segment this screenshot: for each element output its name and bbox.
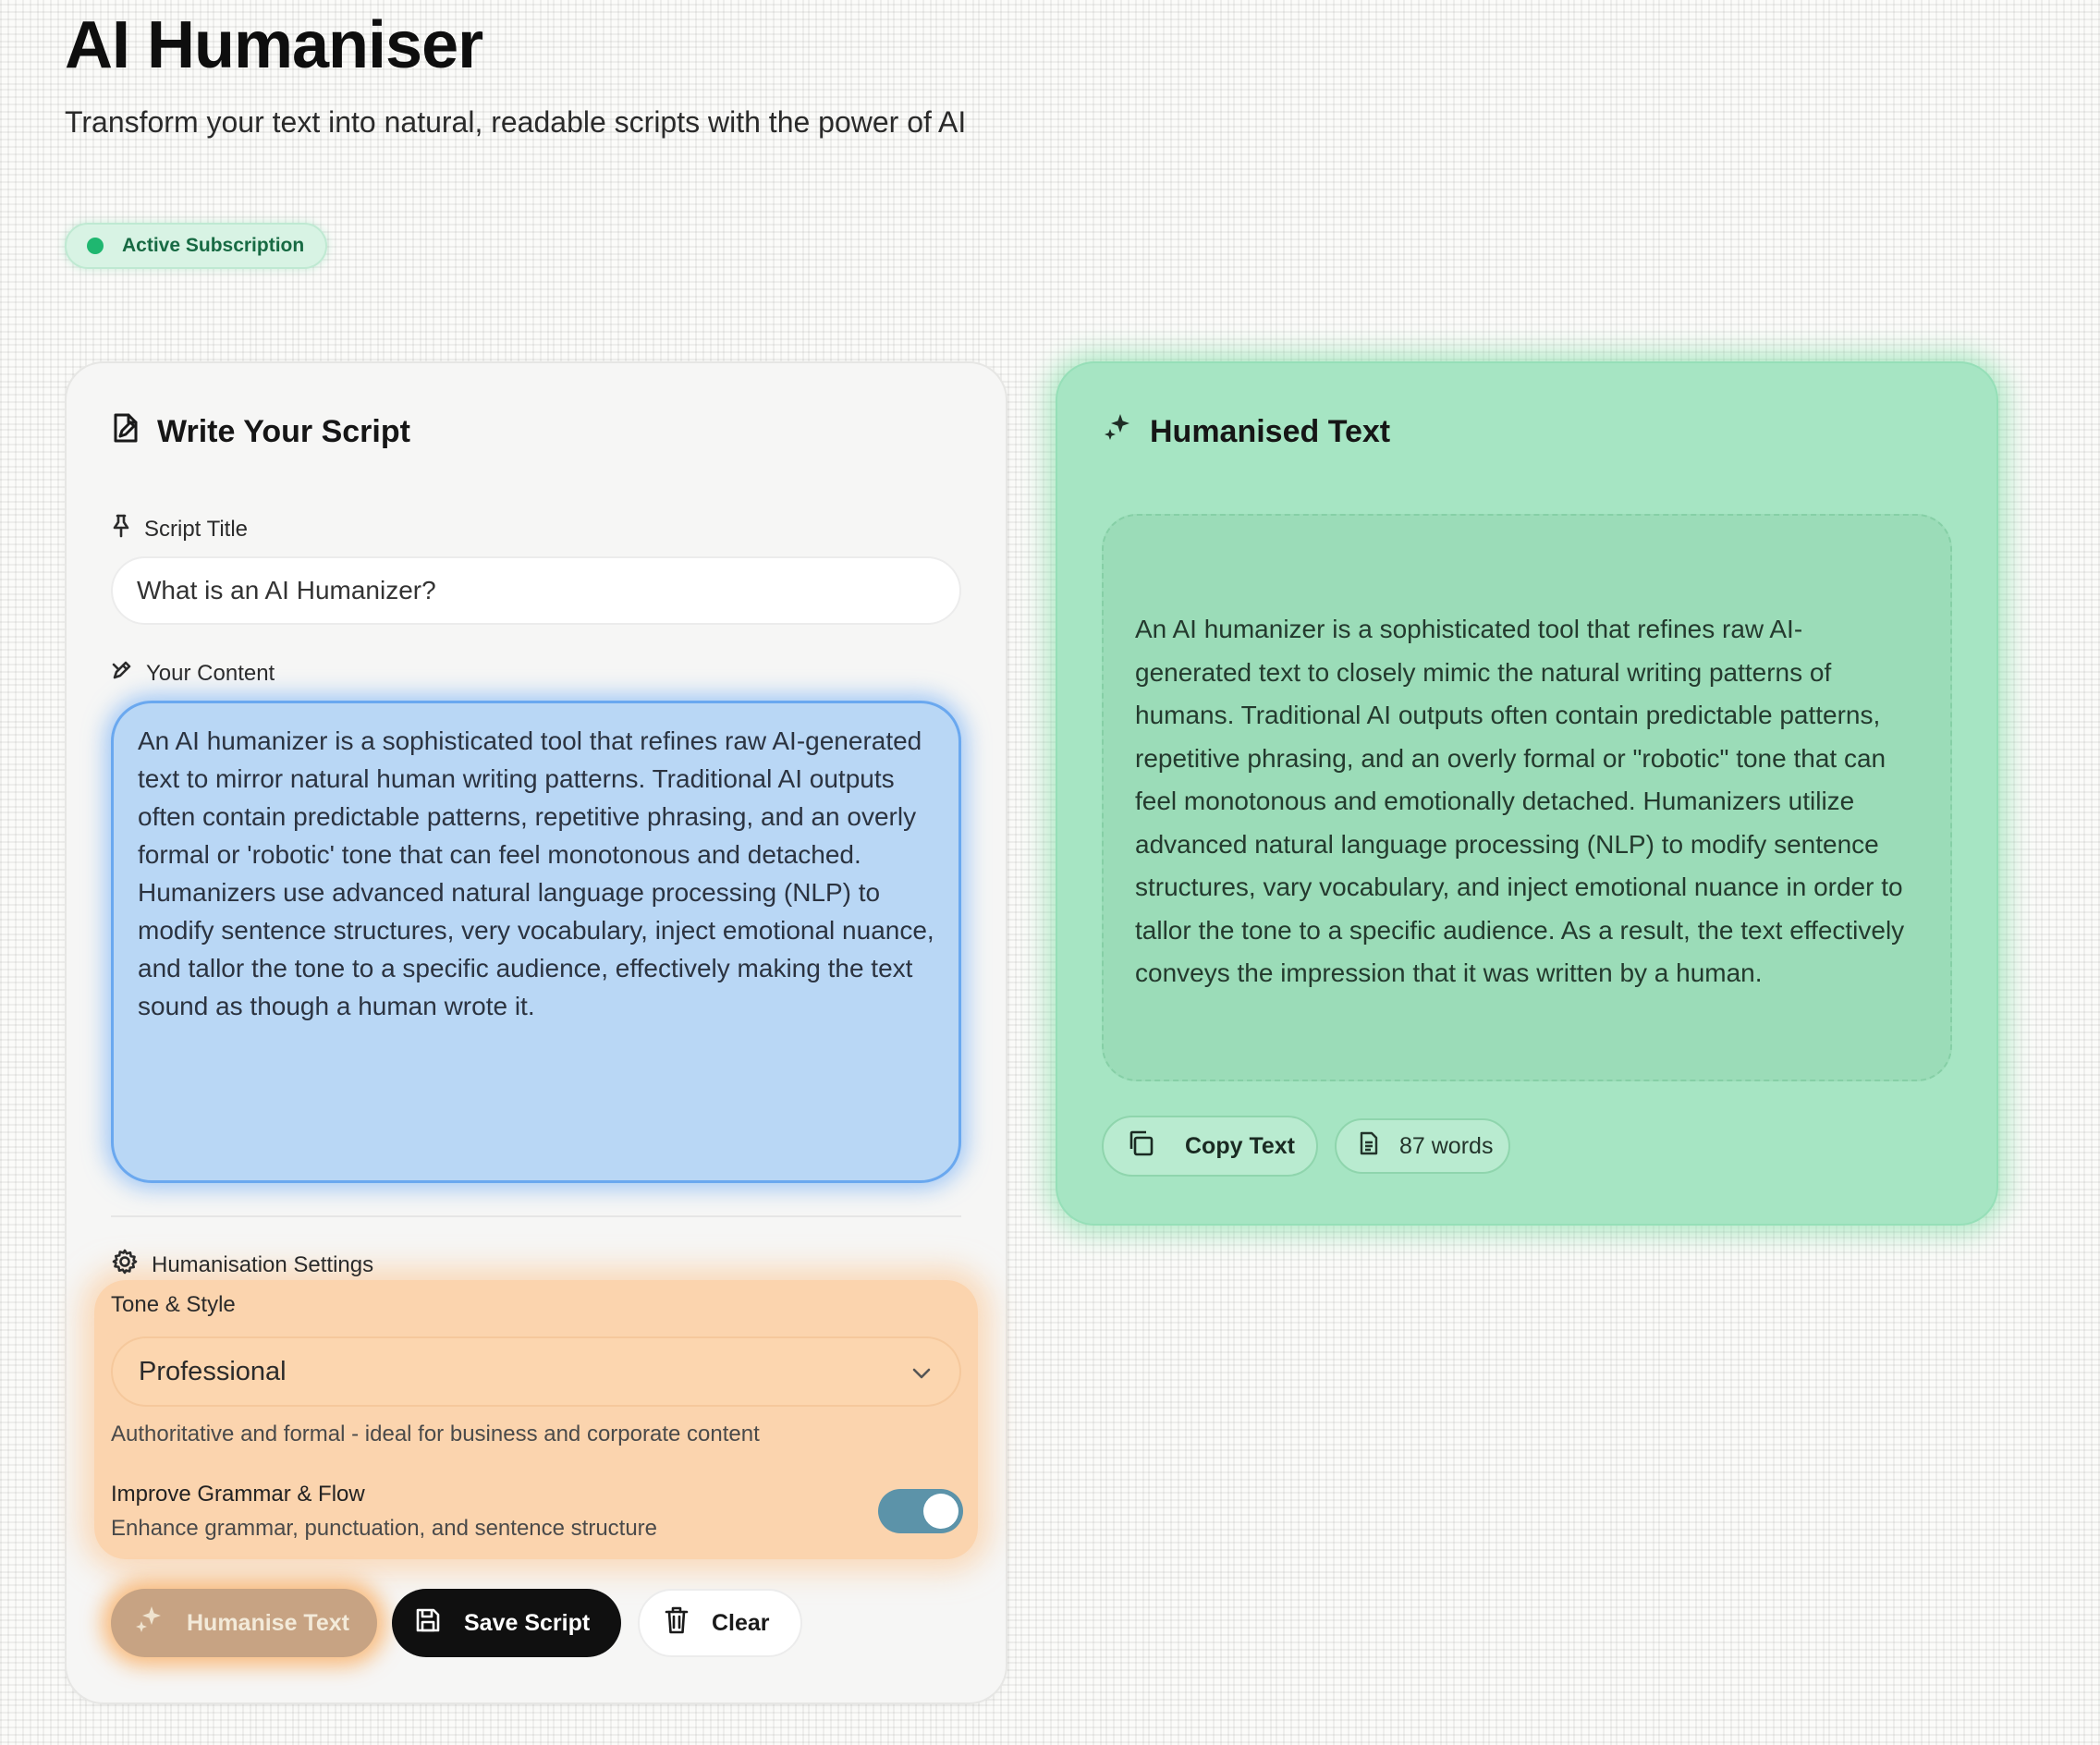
- chevron-down-icon: [911, 1357, 932, 1387]
- settings-heading: Humanisation Settings: [111, 1248, 373, 1282]
- save-script-label: Save Script: [464, 1609, 591, 1636]
- content-textarea[interactable]: An AI humanizer is a sophisticated tool …: [111, 701, 961, 1183]
- save-icon: [414, 1606, 464, 1641]
- pin-icon: [111, 514, 144, 544]
- editor-card-header: Write Your Script: [111, 412, 410, 452]
- copy-text-button[interactable]: Copy Text: [1102, 1116, 1318, 1177]
- toggle-knob: [923, 1494, 958, 1529]
- grammar-toggle[interactable]: [878, 1489, 963, 1533]
- tone-label: Tone & Style: [111, 1292, 236, 1317]
- sparkles-icon: [133, 1605, 187, 1642]
- save-script-button[interactable]: Save Script: [392, 1589, 621, 1657]
- clear-label: Clear: [712, 1609, 770, 1636]
- copy-text-label: Copy Text: [1185, 1132, 1295, 1159]
- divider: [111, 1215, 961, 1217]
- status-dot-icon: [87, 238, 104, 254]
- subscription-badge: Active Subscription: [65, 223, 327, 269]
- gear-icon: [111, 1248, 152, 1282]
- tone-select-value: Professional: [139, 1356, 287, 1386]
- file-edit-icon: [111, 412, 157, 452]
- script-title-input[interactable]: What is an AI Humanizer?: [111, 556, 961, 625]
- tone-description: Authoritative and formal - ideal for bus…: [111, 1422, 760, 1446]
- content-label-text: Your Content: [146, 660, 275, 686]
- grammar-option-description: Enhance grammar, punctuation, and senten…: [111, 1516, 658, 1541]
- word-count-badge: 87 words: [1335, 1118, 1510, 1174]
- sparkles-icon: [1102, 412, 1150, 452]
- document-icon: [1359, 1131, 1399, 1162]
- pen-icon: [111, 659, 146, 688]
- script-title-label: Script Title: [111, 514, 248, 544]
- tone-select[interactable]: Professional: [111, 1336, 961, 1407]
- word-count-text: 87 words: [1399, 1132, 1494, 1159]
- page-subtitle: Transform your text into natural, readab…: [65, 105, 967, 139]
- content-label: Your Content: [111, 659, 275, 688]
- humanise-text-button[interactable]: Humanise Text: [111, 1589, 377, 1657]
- trash-icon: [664, 1605, 712, 1641]
- grammar-option-title: Improve Grammar & Flow: [111, 1482, 365, 1507]
- script-title-label-text: Script Title: [144, 516, 249, 542]
- output-card-header: Humanised Text: [1102, 412, 1390, 452]
- settings-heading-text: Humanisation Settings: [152, 1251, 374, 1277]
- page-title: AI Humaniser: [65, 8, 483, 82]
- subscription-badge-label: Active Subscription: [122, 235, 305, 256]
- humanised-text-output: An AI humanizer is a sophisticated tool …: [1102, 514, 1952, 1081]
- humanise-text-label: Humanise Text: [187, 1609, 349, 1636]
- copy-icon: [1126, 1129, 1185, 1165]
- output-heading: Humanised Text: [1150, 414, 1391, 449]
- clear-button[interactable]: Clear: [638, 1589, 802, 1657]
- editor-heading: Write Your Script: [157, 414, 410, 449]
